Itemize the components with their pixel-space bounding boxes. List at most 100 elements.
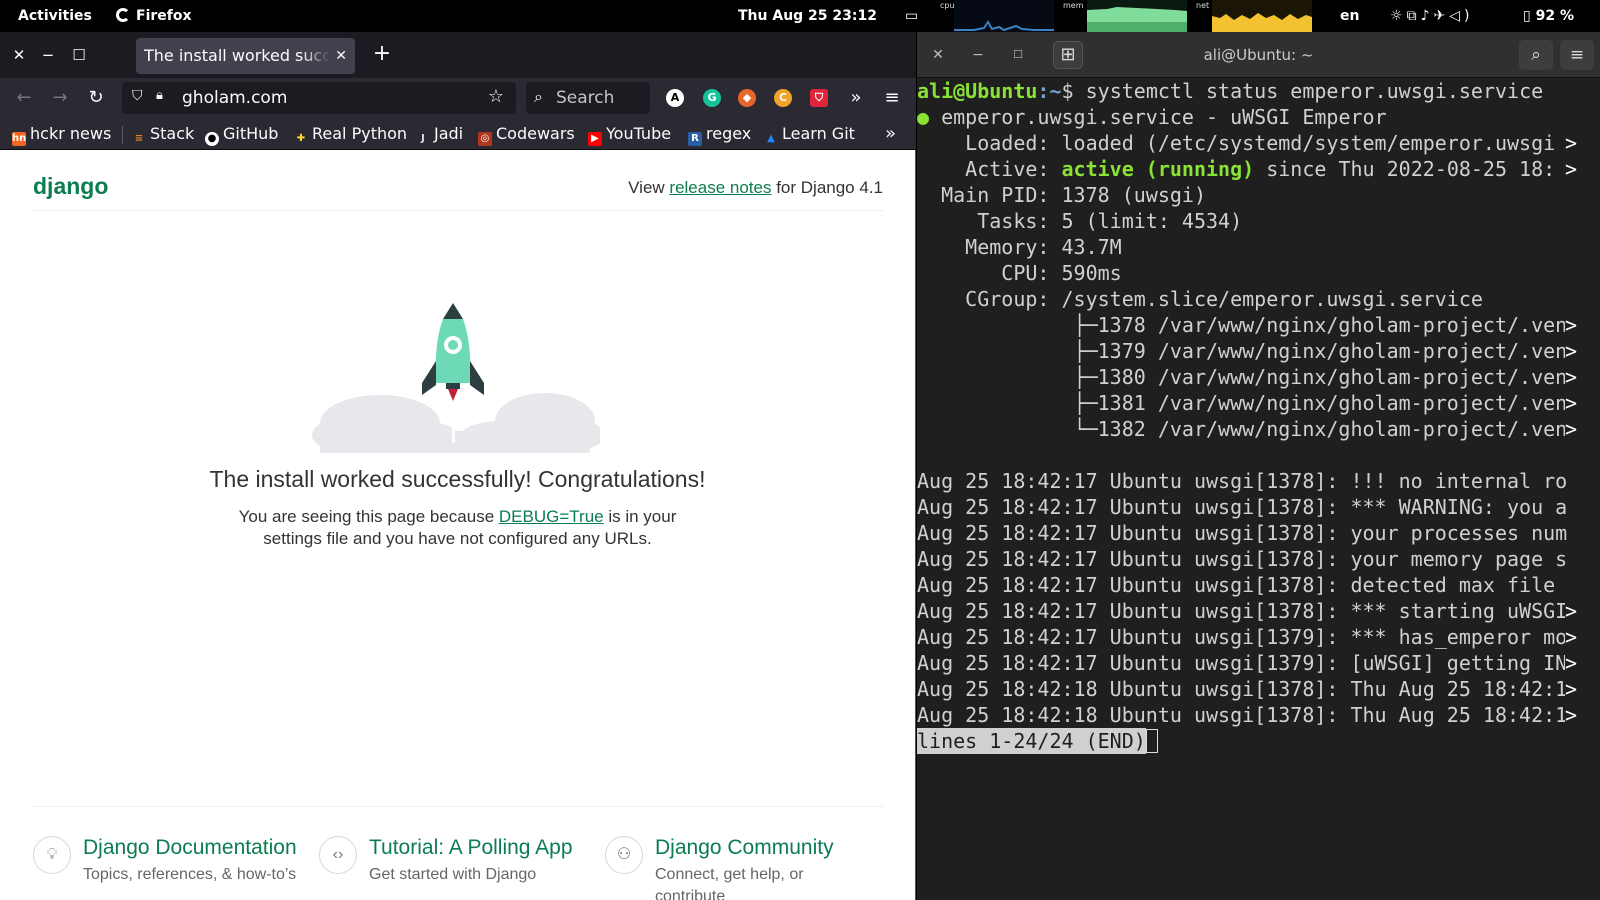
card-title[interactable]: Tutorial: A Polling App xyxy=(369,836,573,860)
debug-true-link[interactable]: DEBUG=True xyxy=(499,507,604,526)
lock-icon[interactable]: 🔒︎ xyxy=(156,88,163,103)
jadi-icon: J xyxy=(421,133,425,144)
memory-line: Memory: 43.7M xyxy=(917,235,1122,259)
pager-status: lines 1-24/24 (END) xyxy=(917,728,1146,754)
unit-line: ● emperor.uwsgi.service - uWSGI Emperor xyxy=(917,104,1577,130)
loaded-line: Loaded: loaded (/etc/systemd/system/empe… xyxy=(917,130,1577,156)
release-notes-link[interactable]: release notes xyxy=(669,178,771,197)
search-input[interactable]: ⌕ Search xyxy=(526,82,650,114)
bookmark-codewars[interactable]: ◎ Codewars xyxy=(478,118,575,150)
bookmark-learn-git[interactable]: ▲ Learn Git xyxy=(764,118,855,150)
battery-percent: 92 % xyxy=(1535,8,1574,24)
extension-fox-icon[interactable]: ◆ xyxy=(738,89,756,107)
desc-line2: settings file and you have not configure… xyxy=(263,529,652,548)
card-title[interactable]: Django Community xyxy=(655,836,834,860)
card-title[interactable]: Django Documentation xyxy=(83,836,297,860)
log-line: Aug 25 18:42:17 Ubuntu uwsgi[1378]: your… xyxy=(917,547,1568,571)
terminal-output[interactable]: ali@Ubuntu:~$ systemctl status emperor.u… xyxy=(917,78,1597,900)
search-icon[interactable]: ⌕ xyxy=(1519,40,1553,70)
close-window-icon[interactable]: ✕ xyxy=(8,44,30,66)
bookmark-label: regex xyxy=(706,124,752,143)
lightbulb-icon: 💡︎ xyxy=(33,836,71,874)
django-welcome-page: django View release notes for Django 4.1 xyxy=(0,151,915,900)
release-suffix: for Django 4.1 xyxy=(771,178,883,197)
bookmark-label: Codewars xyxy=(496,124,575,143)
new-tab-button[interactable]: ⊞ xyxy=(1053,41,1083,69)
bookmark-hckr-news[interactable]: hn hckr news xyxy=(12,118,111,150)
close-window-icon[interactable]: ✕ xyxy=(927,44,949,66)
prompt-path: :~ xyxy=(1037,79,1062,103)
bookmarks-overflow-icon[interactable]: » xyxy=(885,118,896,150)
activities-button[interactable]: Activities xyxy=(18,0,92,32)
bookmark-star-icon[interactable]: ☆ xyxy=(488,86,504,107)
minimize-window-icon[interactable]: − xyxy=(967,44,989,66)
grammarly-icon[interactable]: G xyxy=(703,89,721,107)
airplane-icon: ✈ xyxy=(1433,8,1450,24)
log-line: Aug 25 18:42:17 Ubuntu uwsgi[1378]: your… xyxy=(917,521,1568,545)
memory-graph[interactable]: mem xyxy=(1063,0,1187,32)
system-menu-button[interactable]: ☼⧉♪✈◁) xyxy=(1390,0,1473,32)
truncation-marker: > xyxy=(1564,702,1577,728)
bookmark-youtube[interactable]: ▶ YouTube xyxy=(588,118,671,150)
hamburger-menu-icon[interactable]: ≡ xyxy=(878,84,906,112)
forward-arrow-icon[interactable]: → xyxy=(46,84,74,112)
card-django-community[interactable]: ⚇ Django Community Connect, get help, or… xyxy=(605,834,885,900)
card-tutorial[interactable]: ‹› Tutorial: A Polling App Get started w… xyxy=(319,834,599,900)
url-text[interactable]: gholam.com xyxy=(182,82,287,114)
extension-cookie-icon[interactable]: C xyxy=(774,89,792,107)
cpu-graph[interactable]: cpu xyxy=(940,0,1054,32)
url-bar[interactable]: ⛉ 🔒︎ gholam.com ☆ xyxy=(122,82,516,114)
truncation-marker: > xyxy=(1564,338,1577,364)
django-logo[interactable]: django xyxy=(33,173,108,200)
tab-django-install[interactable]: The install worked successfully! Congrat… xyxy=(136,38,355,74)
maximize-window-icon[interactable]: ☐ xyxy=(68,44,90,66)
card-django-documentation[interactable]: 💡︎ Django Documentation Topics, referenc… xyxy=(33,834,313,900)
bookmark-jadi[interactable]: J Jadi xyxy=(416,118,463,150)
bookmark-github[interactable]: ● GitHub xyxy=(205,118,278,150)
battery-icon: ▯ xyxy=(1523,8,1531,24)
command-text: systemctl status emperor.uwsgi.service xyxy=(1085,79,1544,103)
tracking-shield-icon[interactable]: ⛉ xyxy=(132,88,143,104)
memory-graph-chart xyxy=(1087,0,1187,32)
log-line: Aug 25 18:42:18 Ubuntu uwsgi[1378]: Thu … xyxy=(917,676,1577,702)
tasks-line: Tasks: 5 (limit: 4534) xyxy=(917,209,1243,233)
cpu-graph-chart xyxy=(954,0,1054,32)
clock-button[interactable]: Thu Aug 25 23:12 xyxy=(738,0,877,32)
keyboard-layout-button[interactable]: en xyxy=(1340,0,1359,32)
screenshot-indicator-icon[interactable]: ▭ xyxy=(905,0,918,32)
extension-a-icon[interactable]: A xyxy=(666,89,684,107)
app-menu-button[interactable]: Firefox xyxy=(116,0,192,32)
new-tab-button[interactable]: + xyxy=(368,40,396,68)
regex-icon: R xyxy=(688,132,702,146)
bookmark-label: Stack xyxy=(150,124,195,143)
bookmark-regex[interactable]: Rregex xyxy=(688,118,751,150)
bookmark-stack[interactable]: ≡ Stack xyxy=(132,118,195,150)
python-icon: ✚ xyxy=(296,133,306,144)
command-line: ali@Ubuntu:~$ systemctl status emperor.u… xyxy=(917,78,1577,104)
reload-icon[interactable]: ↻ xyxy=(82,84,110,112)
back-arrow-icon[interactable]: ← xyxy=(10,84,38,112)
stackoverflow-icon: ≡ xyxy=(134,133,144,144)
cgroup-child-line: ├─1380 /var/www/nginx/gholam-project/.ve… xyxy=(917,364,1577,390)
community-people-icon: ⚇ xyxy=(605,836,643,874)
page-header: django View release notes for Django 4.1 xyxy=(33,151,883,211)
hamburger-menu-icon[interactable]: ≡ xyxy=(1560,40,1594,70)
battery-indicator[interactable]: ▯ 92 % xyxy=(1523,0,1574,32)
ublock-shield-icon[interactable]: ⛉ xyxy=(810,89,828,107)
truncation-marker: > xyxy=(1564,598,1577,624)
bookmark-label: hckr news xyxy=(30,124,112,143)
brightness-icon: ☼ xyxy=(1390,8,1407,24)
maximize-window-icon[interactable]: ☐ xyxy=(1007,44,1029,66)
minimize-window-icon[interactable]: − xyxy=(37,44,59,66)
network-graph[interactable]: net xyxy=(1196,0,1312,32)
cgroup-child-line: └─1382 /var/www/nginx/gholam-project/.ve… xyxy=(917,416,1577,442)
tab-close-icon[interactable]: ✕ xyxy=(335,38,347,74)
bookmark-real-python[interactable]: ✚ Real Python xyxy=(294,118,407,150)
pager-status-line: lines 1-24/24 (END) xyxy=(917,728,1577,754)
overflow-chevron-icon[interactable]: » xyxy=(842,84,870,112)
codewars-icon: ◎ xyxy=(478,132,492,146)
top-bar: Activities Firefox Thu Aug 25 23:12 ▭ cp… xyxy=(0,0,1600,32)
truncation-marker: > xyxy=(1564,390,1577,416)
prompt-symbol: $ xyxy=(1061,79,1086,103)
